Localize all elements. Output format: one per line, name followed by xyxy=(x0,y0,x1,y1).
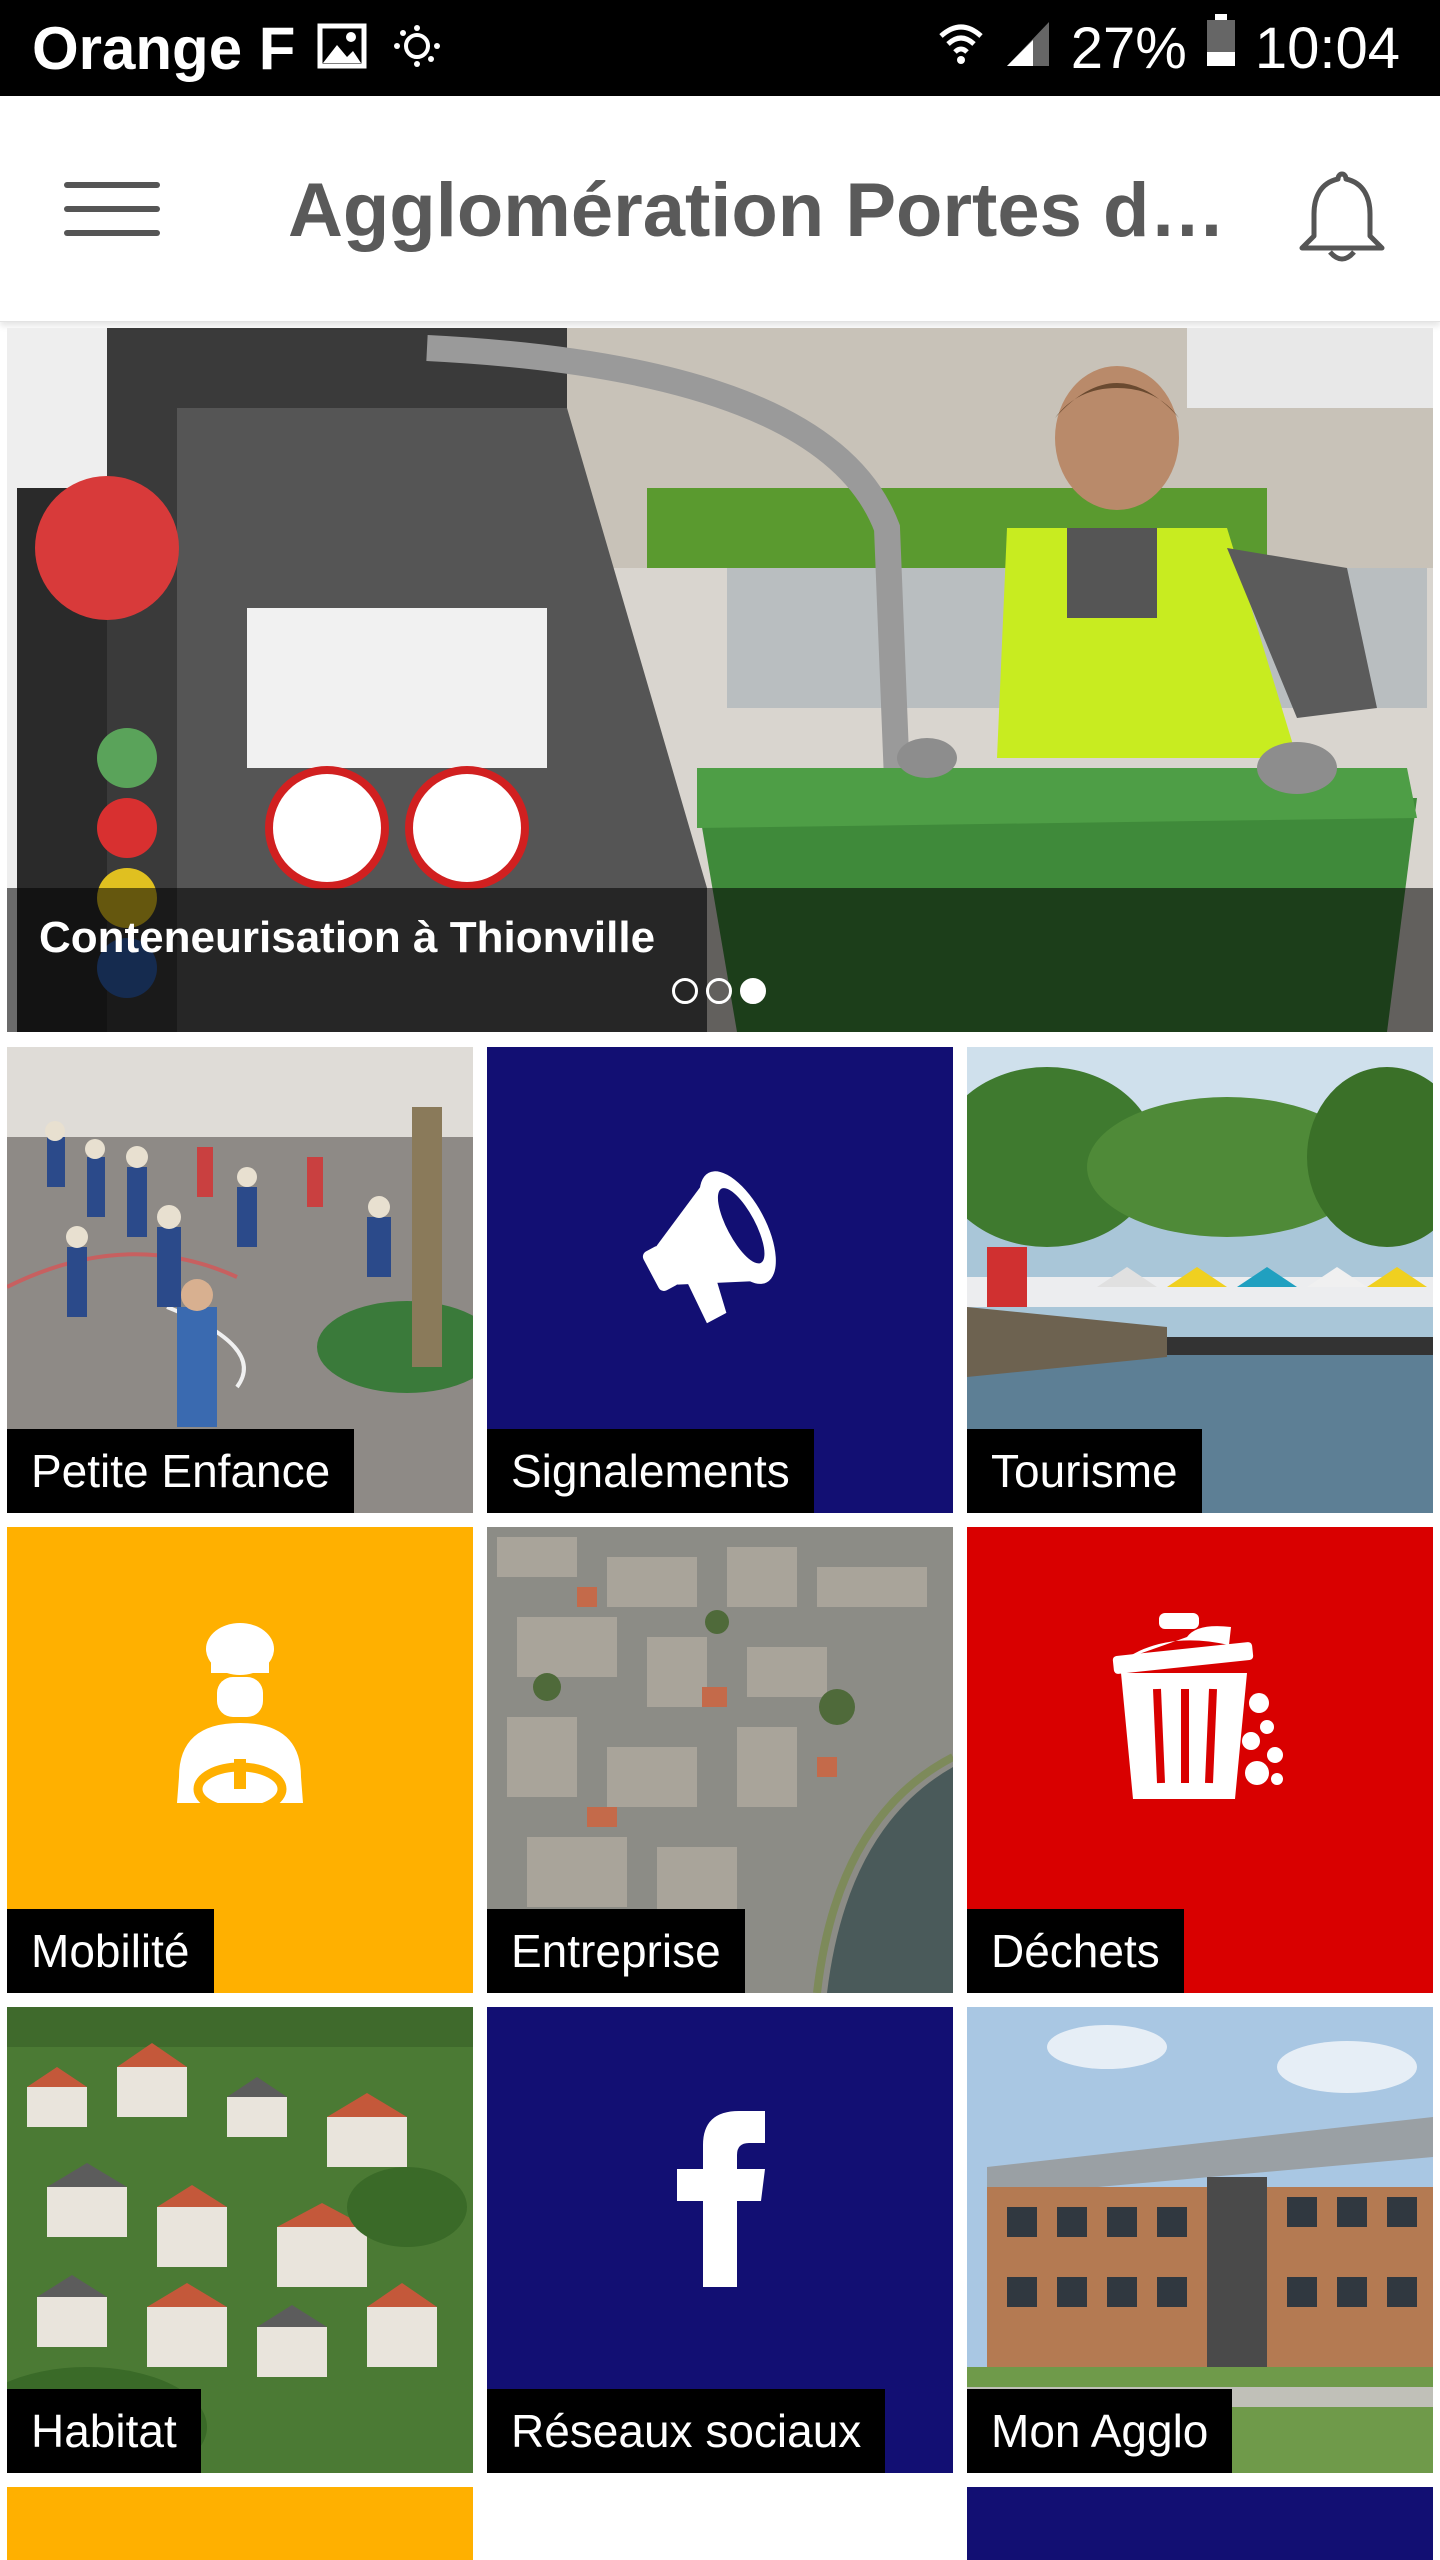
tile-label: Habitat xyxy=(7,2389,201,2473)
tile-mobilite[interactable]: Mobilité xyxy=(7,1527,473,1993)
tile-tourisme[interactable]: Tourisme xyxy=(967,1047,1433,1513)
bell-icon[interactable] xyxy=(1290,166,1394,270)
tile-habitat[interactable]: Habitat xyxy=(7,2007,473,2473)
app-title: Agglomération Portes d… xyxy=(288,168,1226,253)
carousel-dot[interactable] xyxy=(672,978,698,1004)
tile-mon-agglo[interactable]: Mon Agglo xyxy=(967,2007,1433,2473)
tile-label: Signalements xyxy=(487,1429,814,1513)
tile-entreprise[interactable]: Entreprise xyxy=(487,1527,953,1993)
tile-label: Réseaux sociaux xyxy=(487,2389,886,2473)
hero-carousel[interactable]: Conteneurisation à Thionville xyxy=(7,328,1433,1032)
tile-label: Entreprise xyxy=(487,1909,745,1993)
tile-next-row-1[interactable] xyxy=(7,2487,473,2560)
tile-signalements[interactable]: Signalements xyxy=(487,1047,953,1513)
app-bar: Agglomération Portes d… xyxy=(0,96,1440,322)
tile-label: Petite Enfance xyxy=(7,1429,355,1513)
tile-next-row-2[interactable] xyxy=(487,2487,953,2560)
carousel-dot-active[interactable] xyxy=(740,978,766,1004)
battery-percent: 27% xyxy=(1070,15,1187,81)
tile-label: Mobilité xyxy=(7,1909,214,1993)
clock: 10:04 xyxy=(1254,15,1400,81)
carousel-dot[interactable] xyxy=(706,978,732,1004)
battery-icon xyxy=(1205,14,1237,82)
tile-petite-enfance[interactable]: Petite Enfance xyxy=(7,1047,473,1513)
tile-dechets[interactable]: Déchets xyxy=(967,1527,1433,1993)
hero-caption: Conteneurisation à Thionville xyxy=(39,913,656,962)
carousel-indicator xyxy=(672,978,766,1004)
wifi-icon xyxy=(937,15,985,82)
signal-icon xyxy=(1003,15,1053,82)
carrier-name: Orange F xyxy=(32,14,296,82)
status-bar: Orange F 27% 10:04 xyxy=(0,0,1440,96)
sync-icon xyxy=(389,23,445,74)
tile-reseaux-sociaux[interactable]: Réseaux sociaux xyxy=(487,2007,953,2473)
tile-next-row-3[interactable] xyxy=(967,2487,1433,2560)
hamburger-menu-icon[interactable] xyxy=(56,172,160,246)
tile-label: Déchets xyxy=(967,1909,1184,1993)
image-icon xyxy=(317,23,367,74)
tile-label: Mon Agglo xyxy=(967,2389,1233,2473)
tile-label: Tourisme xyxy=(967,1429,1202,1513)
